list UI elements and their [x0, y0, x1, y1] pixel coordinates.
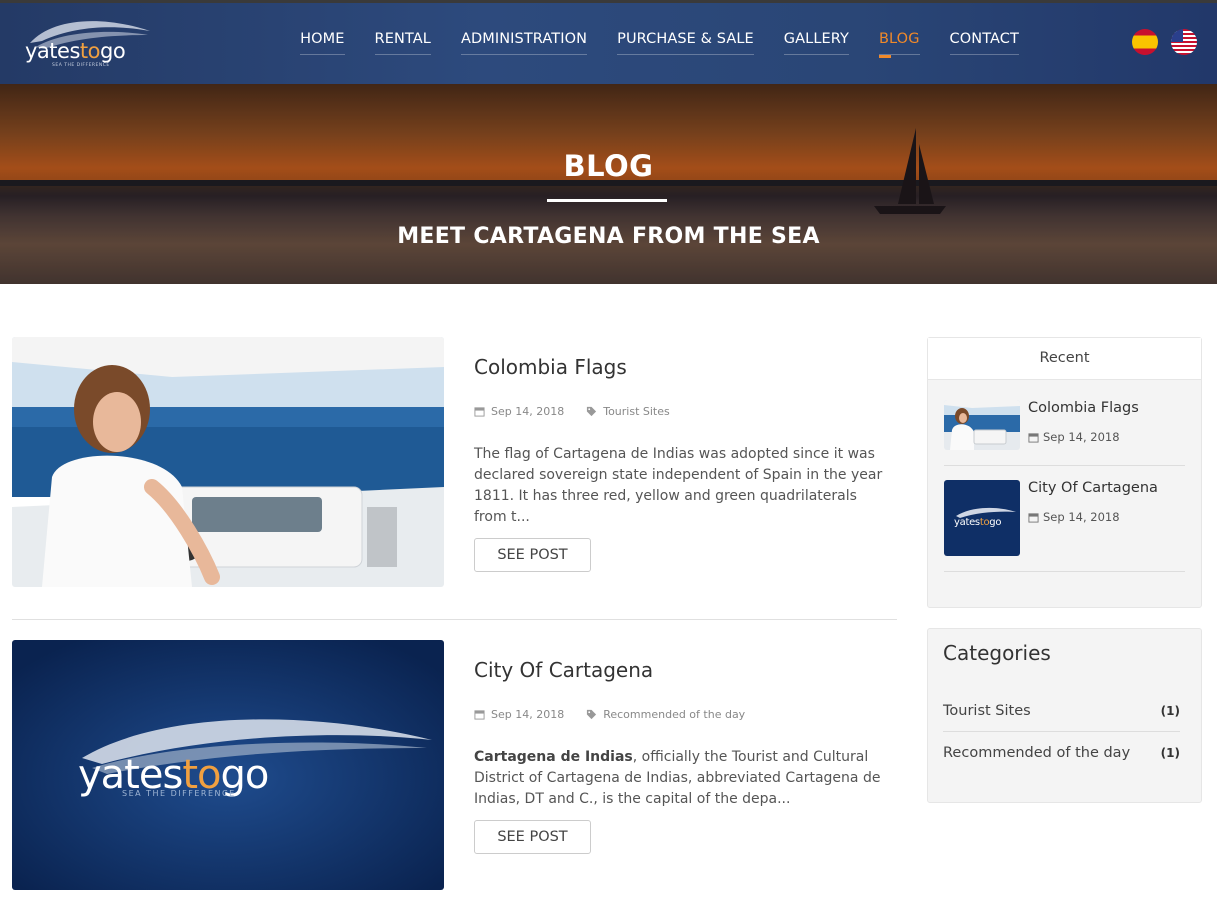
recent-post-thumbnail[interactable]	[944, 400, 1020, 450]
post-excerpt-bold: Cartagena de Indias	[474, 749, 633, 765]
categories-widget: Categories Tourist Sites (1) Recommended…	[927, 628, 1202, 803]
calendar-icon	[474, 710, 485, 720]
see-post-button[interactable]: SEE POST	[474, 538, 591, 572]
blog-post: yatestogo SEA THE DIFFERENCE City Of Car…	[12, 640, 897, 897]
calendar-icon	[1028, 432, 1039, 443]
nav-gallery[interactable]: GALLERY	[783, 31, 849, 55]
category-label[interactable]: Tourist Sites	[943, 703, 1031, 719]
svg-text:SEA THE DIFFERENCE: SEA THE DIFFERENCE	[52, 62, 110, 68]
category-label[interactable]: Recommended of the day	[943, 745, 1130, 761]
category-link-tourist-sites[interactable]: Tourist Sites (1)	[943, 691, 1180, 732]
post-image-girl-on-yacht[interactable]	[12, 337, 444, 587]
recent-post-date-text: Sep 14, 2018	[1043, 510, 1120, 524]
recent-post-title[interactable]: Colombia Flags	[1028, 400, 1139, 416]
post-date: Sep 14, 2018	[491, 708, 565, 721]
post-body: City Of Cartagena Sep 14, 2018 Recommend…	[474, 640, 884, 854]
categories-widget-title: Categories	[943, 641, 1051, 665]
spanish-flag-icon[interactable]	[1132, 29, 1158, 55]
title-divider	[547, 199, 667, 202]
nav-contact[interactable]: CONTACT	[949, 31, 1019, 55]
post-excerpt: The flag of Cartagena de Indias was adop…	[474, 446, 883, 525]
recent-post-thumbnail[interactable]: yatestogo	[944, 480, 1020, 556]
page-title: BLOG	[563, 149, 654, 183]
post-title[interactable]: Colombia Flags	[474, 355, 884, 379]
post-excerpt: Cartagena de Indias, officially the Tour…	[474, 747, 884, 810]
main-nav: HOME RENTAL ADMINISTRATION PURCHASE & SA…	[300, 31, 1019, 58]
hero-banner: BLOG MEET CARTAGENA FROM THE SEA	[0, 84, 1217, 284]
svg-text:SEA THE DIFFERENCE: SEA THE DIFFERENCE	[122, 789, 236, 798]
recent-post-item[interactable]: yatestogo City Of Cartagena Sep 14, 2018	[944, 480, 1185, 572]
post-category[interactable]: Tourist Sites	[603, 405, 670, 418]
see-post-button[interactable]: SEE POST	[474, 820, 591, 854]
nav-blog[interactable]: BLOG	[878, 31, 920, 58]
svg-text:yatestogo: yatestogo	[954, 517, 1001, 528]
post-title[interactable]: City Of Cartagena	[474, 658, 884, 682]
us-flag-icon[interactable]	[1171, 29, 1197, 55]
yatestogo-logo[interactable]: yatestogo SEA THE DIFFERENCE	[22, 13, 157, 73]
page-subtitle: MEET CARTAGENA FROM THE SEA	[397, 224, 820, 249]
recent-post-date: Sep 14, 2018	[1028, 430, 1120, 444]
post-meta: Sep 14, 2018 Tourist Sites	[474, 405, 884, 418]
category-count: (1)	[1160, 704, 1180, 718]
calendar-icon	[474, 407, 485, 417]
recent-widget-title: Recent	[928, 338, 1201, 380]
nav-purchase-sale[interactable]: PURCHASE & SALE	[617, 31, 754, 55]
blog-post: Colombia Flags Sep 14, 2018 Tourist Site…	[12, 337, 897, 620]
post-meta: Sep 14, 2018 Recommended of the day	[474, 708, 884, 721]
category-link-recommended[interactable]: Recommended of the day (1)	[943, 732, 1180, 773]
recent-post-item[interactable]: Colombia Flags Sep 14, 2018	[944, 400, 1185, 466]
recent-post-title[interactable]: City Of Cartagena	[1028, 480, 1158, 496]
top-navbar: yatestogo SEA THE DIFFERENCE HOME RENTAL…	[0, 0, 1217, 84]
nav-home[interactable]: HOME	[300, 31, 345, 55]
svg-text:yatestogo: yatestogo	[25, 39, 125, 63]
post-category[interactable]: Recommended of the day	[603, 708, 745, 721]
nav-rental[interactable]: RENTAL	[374, 31, 431, 55]
post-image-logo[interactable]: yatestogo SEA THE DIFFERENCE	[12, 640, 444, 890]
recent-post-date: Sep 14, 2018	[1028, 510, 1120, 524]
category-count: (1)	[1160, 745, 1180, 760]
hero-overlay	[0, 84, 1217, 284]
nav-administration[interactable]: ADMINISTRATION	[460, 31, 588, 55]
tags-icon	[587, 406, 597, 417]
post-date: Sep 14, 2018	[491, 405, 565, 418]
calendar-icon	[1028, 512, 1039, 523]
post-body: Colombia Flags Sep 14, 2018 Tourist Site…	[474, 337, 884, 572]
recent-post-date-text: Sep 14, 2018	[1043, 430, 1120, 444]
recent-posts-widget: Recent Colombia Flags Sep 14, 2018 yates…	[927, 337, 1202, 608]
tags-icon	[587, 709, 597, 720]
